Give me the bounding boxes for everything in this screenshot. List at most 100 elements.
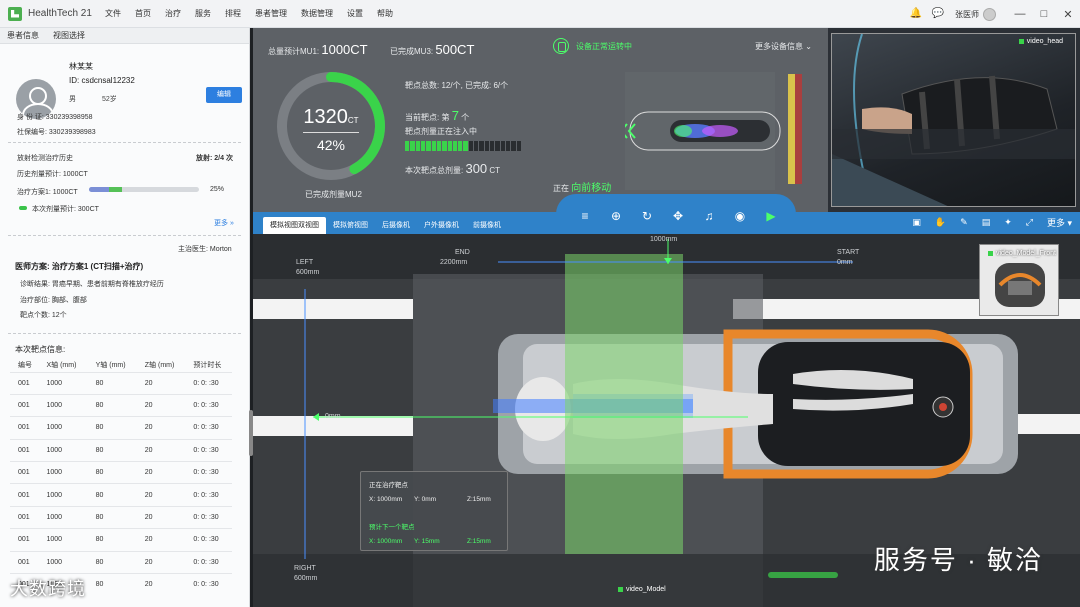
progress-segment: [436, 141, 442, 151]
menu-service[interactable]: 服务: [188, 8, 218, 19]
expand-icon[interactable]: ⤢: [1026, 217, 1033, 228]
progress-segment: [463, 141, 468, 151]
menu-treatment[interactable]: 治疗: [158, 8, 188, 19]
left-label: LEFT: [296, 259, 314, 266]
move-icon[interactable]: ✥: [668, 206, 688, 226]
pen-icon[interactable]: ✎: [960, 217, 968, 228]
rotate-icon[interactable]: ↻: [637, 206, 657, 226]
simulation-viewport[interactable]: END 2200mm 1000mm START 0mm LEFT 600mm 0…: [253, 234, 1080, 607]
table-row[interactable]: 001 1000 80 20 0: 0: :30: [10, 393, 232, 417]
table-cell: 80: [87, 416, 137, 440]
table-row[interactable]: 001 1000 80 20 0: 0: :30: [10, 505, 232, 529]
menu-data[interactable]: 数据管理: [294, 8, 340, 19]
treatment-dashboard: 总量预计MU1: 1000CT 已完成MU3: 500CT 1320CT 42%…: [253, 28, 828, 212]
end-value: 2200mm: [440, 259, 468, 266]
table-cell: 1000: [38, 483, 88, 507]
table-row[interactable]: 001 1000 80 20 0: 0: :30: [10, 416, 232, 440]
couch-danger-bar: [795, 74, 802, 184]
head-camera-view[interactable]: video_head: [828, 28, 1080, 212]
table-cell: 001: [10, 461, 39, 484]
play-icon[interactable]: ▶: [761, 206, 781, 226]
progress-segment: [479, 141, 484, 151]
front-view-thumbnail[interactable]: video_Model_Front: [979, 244, 1059, 316]
menu-home[interactable]: 首页: [128, 8, 158, 19]
table-cell: 1000: [38, 371, 88, 395]
table-cell: 001: [10, 416, 39, 440]
treatment-site: 治疗部位: 胸部、腹部: [20, 297, 87, 304]
table-cell: 0: 0: :30: [185, 461, 232, 484]
patient-name: 林某某: [69, 62, 93, 71]
current-target-label: 当前靶点: 第: [405, 113, 450, 122]
table-cell: 0: 0: :30: [185, 483, 232, 507]
menu-settings[interactable]: 设置: [340, 8, 370, 19]
scan-icon[interactable]: ≡: [575, 206, 595, 226]
table-cell: 0: 0: :30: [185, 416, 232, 440]
menu-file[interactable]: 文件: [98, 8, 128, 19]
tab-dual-view[interactable]: 模拟视图双视图: [263, 217, 326, 234]
window-close-button[interactable]: ✕: [1056, 8, 1080, 21]
more-tools-button[interactable]: 更多 ▾: [1047, 216, 1072, 229]
device-more-link[interactable]: 更多设备信息 ⌄: [755, 41, 812, 52]
message-icon[interactable]: 💬: [931, 7, 945, 21]
table-cell: 20: [136, 438, 186, 462]
table-row[interactable]: 001 1000 80 20 0: 0: :30: [10, 550, 232, 574]
menu-patients[interactable]: 患者管理: [248, 8, 294, 19]
hand-icon[interactable]: ✋: [935, 217, 946, 228]
moving-status: 向前移动: [571, 183, 612, 194]
center-icon[interactable]: ◉: [730, 206, 750, 226]
menu-schedule[interactable]: 排程: [218, 8, 248, 19]
target-icon[interactable]: ⊕: [606, 206, 626, 226]
history-dose: 历史剂量预计: 1000CT: [17, 171, 88, 178]
tab-outdoor-camera[interactable]: 户外摄像机: [417, 217, 466, 234]
table-row[interactable]: 001 1000 80 20 0: 0: :30: [10, 461, 232, 484]
table-cell: 20: [136, 483, 186, 507]
pin-icon[interactable]: ✦: [1004, 217, 1012, 228]
divider: [8, 333, 241, 334]
table-row[interactable]: 001 1000 80 20 0: 0: :30: [10, 483, 232, 507]
fit-icon[interactable]: ▣: [912, 217, 921, 228]
patient-sex: 男: [69, 96, 76, 103]
current-target-title: 正在治疗靶点: [369, 482, 408, 489]
dose-ring-gauge: 1320CT 42%: [275, 70, 387, 182]
table-row[interactable]: 001 1000 80 20 0: 0: :30: [10, 438, 232, 462]
app-name: HealthTech 21: [28, 8, 92, 19]
window-minimize-button[interactable]: —: [1008, 8, 1032, 20]
table-cell: 80: [87, 393, 137, 417]
more-history-link[interactable]: 更多 »: [214, 218, 234, 228]
start-value: 0mm: [837, 259, 853, 266]
save-icon[interactable]: ▤: [982, 217, 991, 228]
mu3-label: 已完成MU3:: [390, 47, 434, 56]
table-row[interactable]: 001 1000 80 20 0: 0: :30: [10, 371, 232, 395]
progress-segment: [468, 141, 474, 151]
table-cell: 0: 0: :30: [185, 393, 232, 417]
table-cell: 1000: [38, 550, 88, 574]
window-maximize-button[interactable]: □: [1032, 8, 1056, 20]
view-toolbar: 模拟视图双视图 模拟俯视图 后摄像机 户外摄像机 前摄像机 ≡ ⊕ ↻ ✥ ♫ …: [253, 194, 1080, 234]
progress-segment: [447, 141, 452, 151]
bell-icon[interactable]: 🔔: [909, 7, 923, 21]
tab-rear-camera[interactable]: 后摄像机: [375, 217, 417, 234]
radiation-count: 放射: 2/4 次: [196, 155, 233, 162]
table-row[interactable]: 001 1000 80 20 0: 0: :30: [10, 528, 232, 552]
plan-progress-done: [89, 187, 109, 192]
current-target-unit: 个: [461, 113, 470, 122]
tab-patient-info[interactable]: 患者信息: [0, 30, 46, 41]
user-name[interactable]: 张医师: [955, 9, 979, 20]
cam-label: video_head: [1019, 38, 1063, 45]
device-icon: [553, 38, 569, 54]
mu3-value: 500CT: [435, 42, 475, 57]
patient-id: ID: csdcnsal12232: [69, 76, 135, 85]
table-cell: 20: [136, 550, 186, 574]
table-cell: 001: [10, 438, 39, 462]
col-z: Z轴 (mm): [144, 361, 175, 369]
progress-segment: [511, 141, 516, 151]
progress-segment: [474, 141, 479, 151]
tab-view-select[interactable]: 视图选择: [46, 30, 92, 41]
menu-help[interactable]: 帮助: [370, 8, 400, 19]
user-avatar[interactable]: [983, 7, 996, 21]
tab-top-view[interactable]: 模拟俯视图: [326, 217, 375, 234]
edit-patient-button[interactable]: 编辑: [206, 87, 242, 103]
tab-front-camera[interactable]: 前摄像机: [466, 217, 508, 234]
right-label: RIGHT: [294, 565, 316, 572]
mic-icon[interactable]: ♫: [699, 206, 719, 226]
